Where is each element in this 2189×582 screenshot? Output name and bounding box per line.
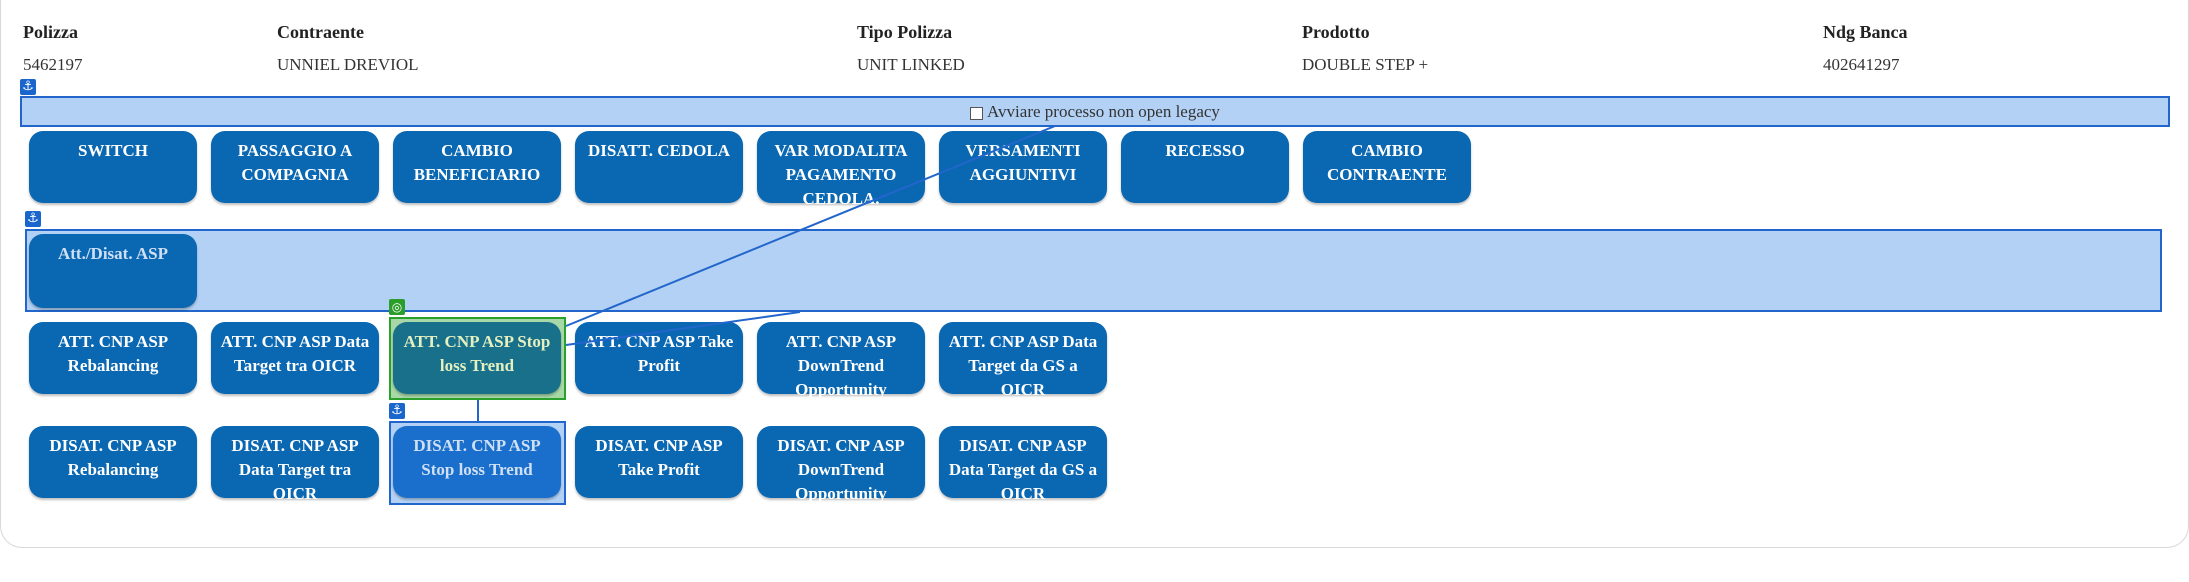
disat-cnp-asp-data-target-da-gs-a-oicr-button[interactable]: DISAT. CNP ASP Data Target da GS a OICR xyxy=(939,426,1107,503)
anchor-icon[interactable]: ⚓ xyxy=(389,403,405,419)
att-cnp-asp-data-target-da-gs-a-oicr-button[interactable]: ATT. CNP ASP Data Target da GS a OICR xyxy=(939,322,1107,399)
header-value-prodotto: DOUBLE STEP + xyxy=(1302,55,1429,74)
header-label-contraente: Contraente xyxy=(277,22,364,42)
header-label-prodotto: Prodotto xyxy=(1302,22,1370,42)
anchor-icon[interactable]: ⚓ xyxy=(25,211,41,227)
anchor-icon[interactable]: ⚓ xyxy=(20,79,36,95)
header-label-tipo-polizza: Tipo Polizza xyxy=(857,22,953,42)
header-value-ndg-banca: 402641297 xyxy=(1823,55,1900,74)
disat-cnp-asp-downtrend-opportunity-button[interactable]: DISAT. CNP ASP DownTrend Opportunity xyxy=(757,426,925,503)
var-modalita-pagamento-cedola-button[interactable]: VAR MODALITA PAGAMENTO CEDOLA. xyxy=(757,131,925,208)
legacy-process-row[interactable]: Avviare processo non open legacy xyxy=(22,102,2168,122)
header-value-tipo-polizza: UNIT LINKED xyxy=(857,55,965,74)
att-cnp-asp-downtrend-opportunity-button[interactable]: ATT. CNP ASP DownTrend Opportunity xyxy=(757,322,925,399)
att-cnp-asp-take-profit-button[interactable]: ATT. CNP ASP Take Profit xyxy=(575,322,743,394)
disat-cnp-asp-rebalancing-button[interactable]: DISAT. CNP ASP Rebalancing xyxy=(29,426,197,498)
cambio-beneficiario-button[interactable]: CAMBIO BENEFICIARIO xyxy=(393,131,561,203)
att-cnp-asp-rebalancing-button[interactable]: ATT. CNP ASP Rebalancing xyxy=(29,322,197,394)
disat-cnp-asp-stop-loss-trend-button[interactable]: DISAT. CNP ASP Stop loss Trend xyxy=(393,426,561,498)
versamenti-aggiuntivi-button[interactable]: VERSAMENTI AGGIUNTIVI xyxy=(939,131,1107,203)
legacy-process-label: Avviare processo non open legacy xyxy=(987,102,1220,121)
target-icon[interactable]: ◎ xyxy=(389,299,405,315)
att-cnp-asp-data-target-tra-oicr-button[interactable]: ATT. CNP ASP Data Target tra OICR xyxy=(211,322,379,394)
disatt-cedola-button[interactable]: DISATT. CEDOLA xyxy=(575,131,743,203)
recesso-button[interactable]: RECESSO xyxy=(1121,131,1289,203)
legacy-process-band[interactable]: Avviare processo non open legacy xyxy=(20,96,2170,127)
legacy-process-checkbox[interactable] xyxy=(970,106,984,120)
header-label-ndg-banca: Ndg Banca xyxy=(1823,22,1908,42)
passaggio-a-compagnia-button[interactable]: PASSAGGIO A COMPAGNIA xyxy=(211,131,379,203)
header-value-polizza: 5462197 xyxy=(23,55,83,74)
cambio-contraente-button[interactable]: CAMBIO CONTRAENTE xyxy=(1303,131,1471,203)
header-label-polizza: Polizza xyxy=(23,22,78,42)
disat-cnp-asp-data-target-tra-oicr-button[interactable]: DISAT. CNP ASP Data Target tra OICR xyxy=(211,426,379,503)
switch-button[interactable]: SWITCH xyxy=(29,131,197,203)
disat-cnp-asp-take-profit-button[interactable]: DISAT. CNP ASP Take Profit xyxy=(575,426,743,498)
asp-band[interactable] xyxy=(25,229,2162,312)
att-disat-asp-button[interactable]: Att./Disat. ASP xyxy=(29,234,197,308)
header-value-contraente: UNNIEL DREVIOL xyxy=(277,55,419,74)
att-cnp-asp-stop-loss-trend-button[interactable]: ATT. CNP ASP Stop loss Trend xyxy=(393,322,561,394)
